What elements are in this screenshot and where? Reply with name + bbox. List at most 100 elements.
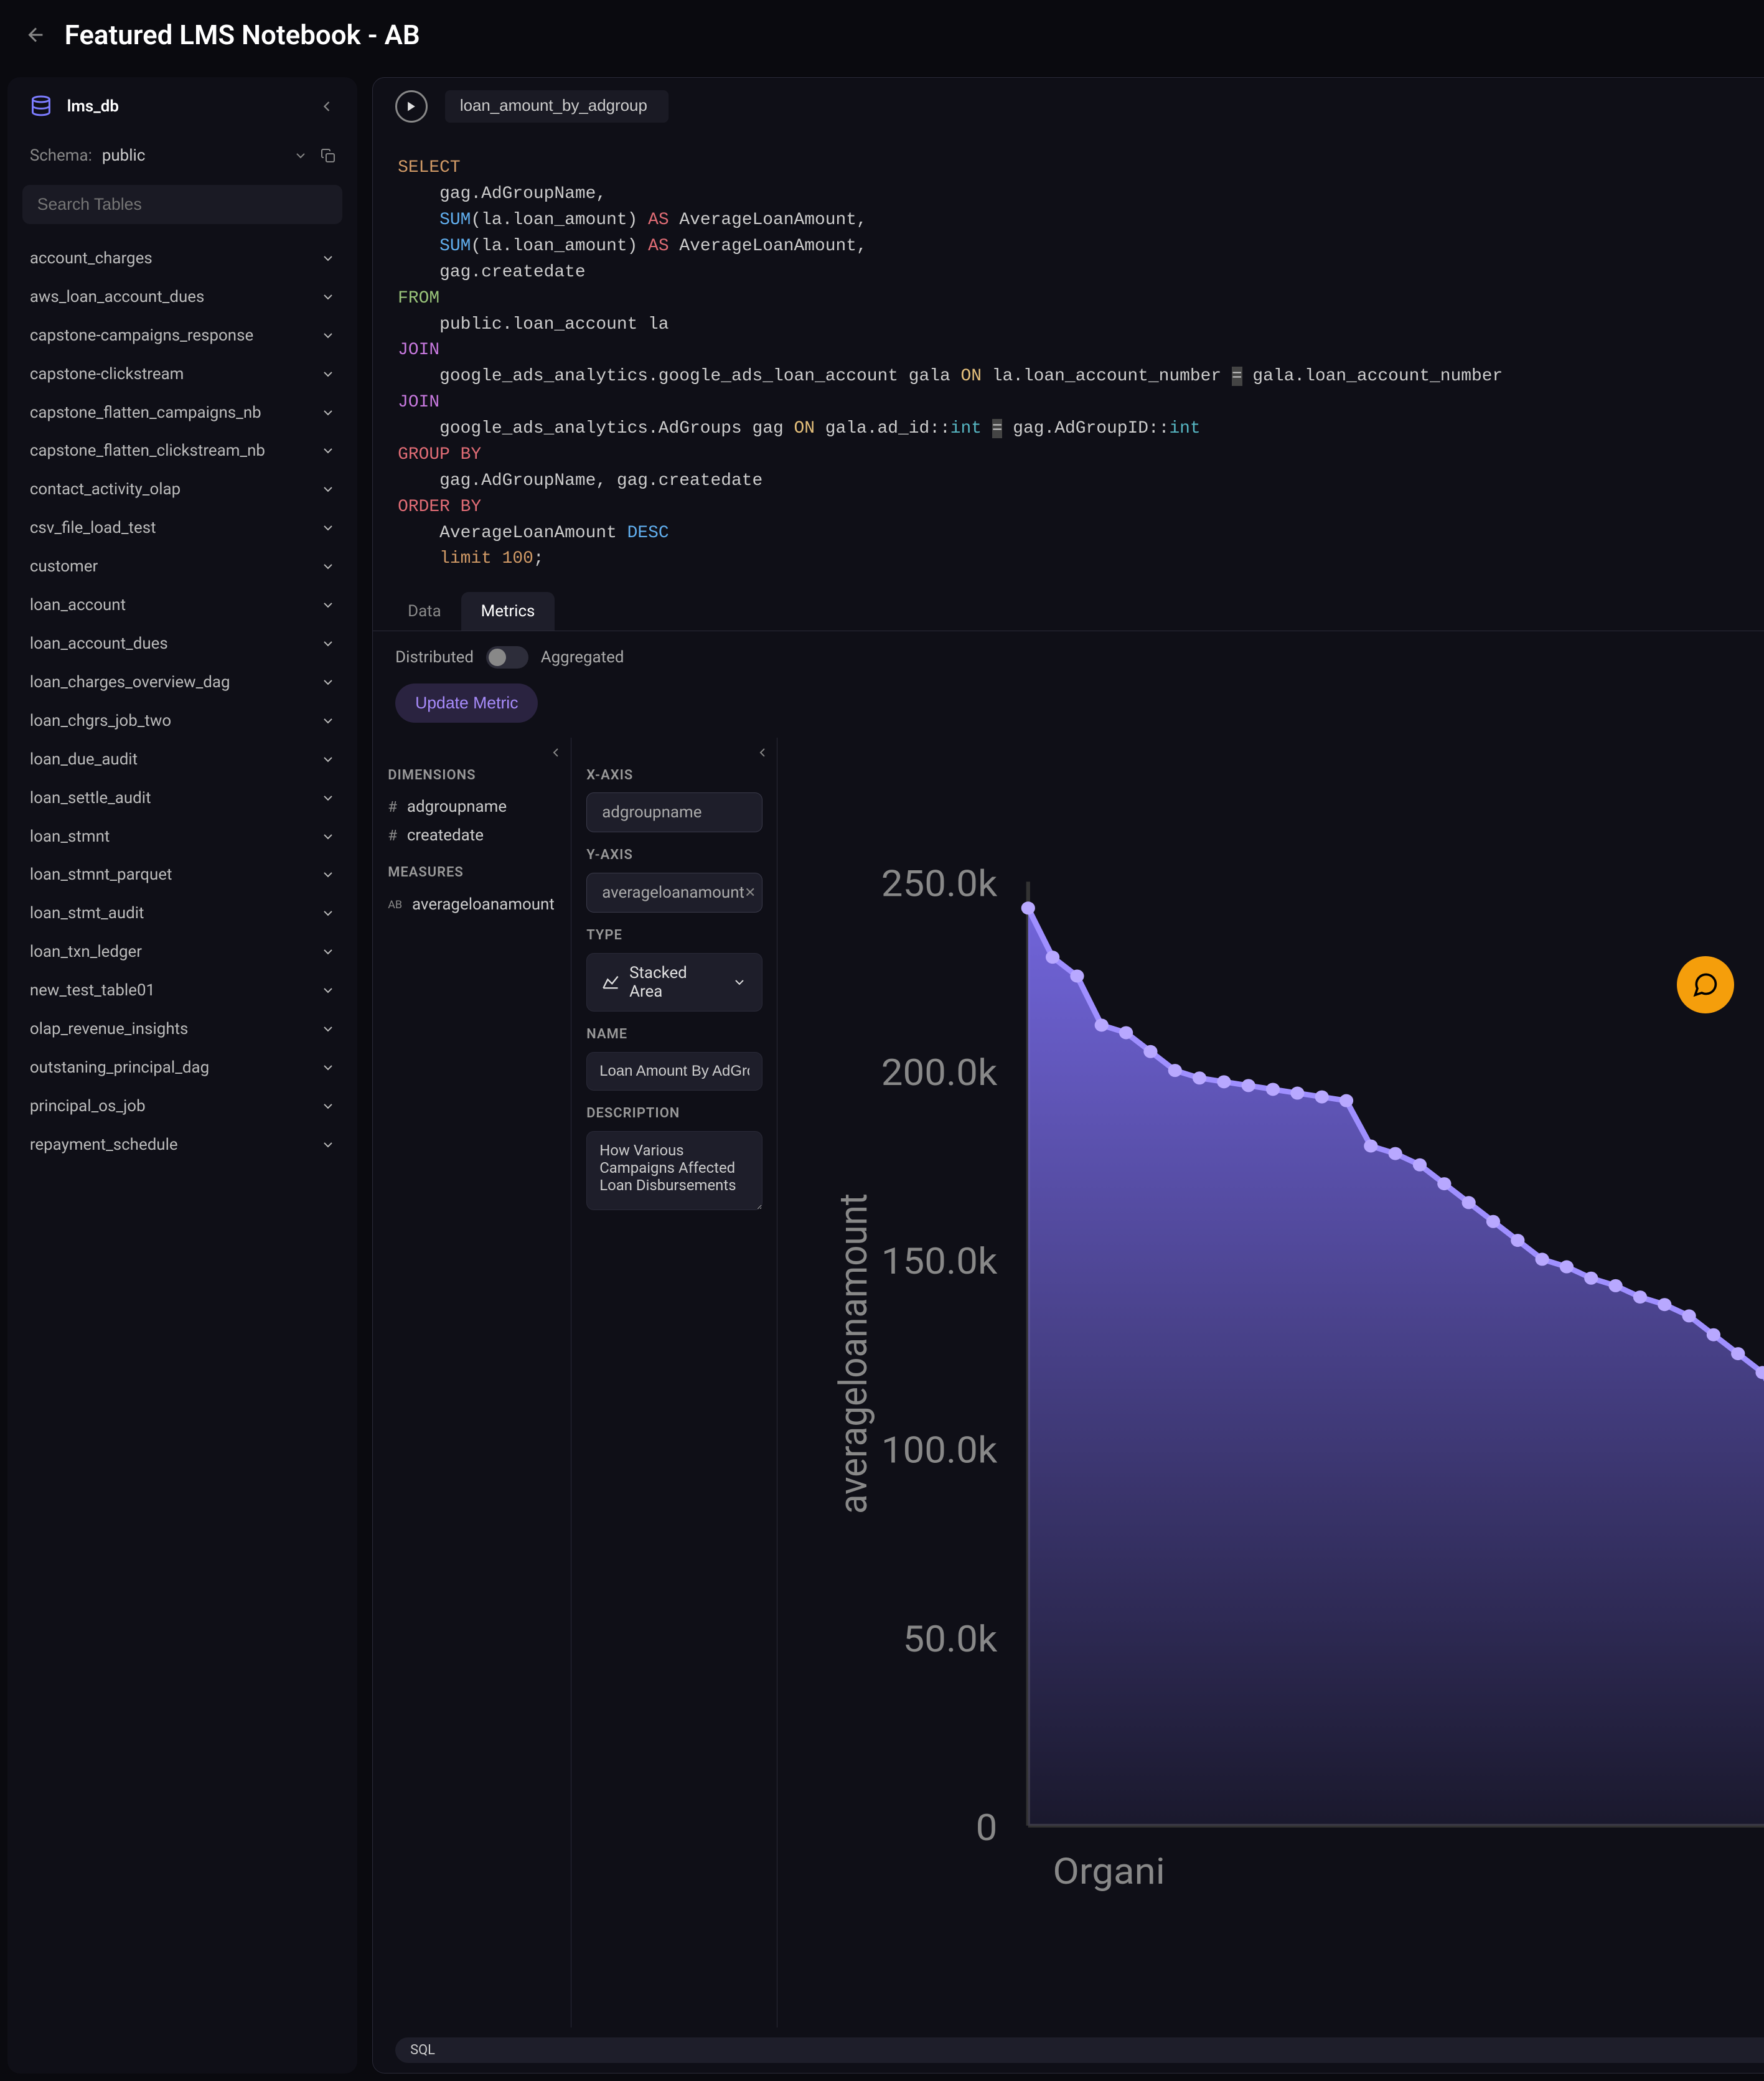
chevron-down-icon [321, 328, 335, 343]
table-list: account_chargesaws_loan_account_duescaps… [7, 234, 357, 2074]
table-item[interactable]: loan_txn_ledger [17, 932, 348, 971]
svg-text:250.0k: 250.0k [881, 863, 998, 906]
toggle-distributed-label: Distributed [395, 648, 474, 667]
collapse-config-icon[interactable] [755, 745, 770, 760]
sidebar: lms_db Schema: public account_chargesaws… [7, 77, 357, 2074]
table-item[interactable]: loan_stmnt_parquet [17, 855, 348, 894]
chart-type-select[interactable]: Stacked Area [586, 953, 762, 1012]
table-item[interactable]: loan_stmt_audit [17, 894, 348, 932]
aggregation-toggle[interactable] [486, 646, 528, 669]
run-cell-button[interactable] [395, 90, 428, 123]
area-chart-icon [602, 974, 619, 991]
result-tab-data[interactable]: Data [388, 592, 461, 631]
dimensions-panel: DIMENSIONS #adgroupname#createdate MEASU… [373, 738, 571, 2027]
chart-name-input[interactable] [586, 1052, 762, 1091]
svg-text:200.0k: 200.0k [881, 1051, 998, 1094]
chevron-down-icon [321, 405, 335, 420]
sql-badge[interactable]: SQL [395, 2037, 1764, 2063]
chart-title: Loan Amount By AdGroup [797, 758, 1764, 784]
chevron-down-icon [321, 983, 335, 998]
svg-text:150.0k: 150.0k [881, 1240, 998, 1283]
chevron-down-icon [321, 289, 335, 304]
table-item[interactable]: capstone_flatten_clickstream_nb [17, 432, 348, 471]
yaxis-field[interactable]: averageloanamount ✕ [586, 873, 762, 913]
chevron-down-icon [321, 906, 335, 921]
xaxis-label: X-AXIS [586, 768, 762, 783]
chevron-down-icon [321, 251, 335, 266]
chevron-down-icon [321, 829, 335, 844]
table-item[interactable]: repayment_schedule [17, 1125, 348, 1164]
chevron-down-icon [321, 1022, 335, 1036]
chevron-down-icon [321, 1137, 335, 1152]
table-item[interactable]: contact_activity_olap [17, 470, 348, 509]
chart-description-input[interactable] [586, 1131, 762, 1211]
chevron-down-icon [321, 520, 335, 535]
chart-panel: Loan Amount By AdGroup How Various Campa… [777, 738, 1764, 2027]
back-icon[interactable] [25, 24, 47, 46]
collapse-dimensions-icon[interactable] [548, 745, 563, 760]
result-tab-metrics[interactable]: Metrics [461, 592, 555, 631]
sql-editor[interactable]: SELECT gag.AdGroupName, SUM(la.loan_amou… [373, 135, 1764, 592]
copy-icon[interactable] [321, 148, 335, 163]
svg-text:averageloanamount: averageloanamount [831, 1193, 876, 1514]
chevron-down-icon [321, 675, 335, 690]
chevron-down-icon [321, 1099, 335, 1114]
xaxis-field[interactable]: adgroupname [586, 792, 762, 832]
chevron-down-icon [732, 975, 747, 990]
table-item[interactable]: outstaning_principal_dag [17, 1048, 348, 1087]
chevron-down-icon [321, 598, 335, 613]
table-item[interactable]: capstone_flatten_campaigns_nb [17, 393, 348, 432]
chart-subtitle: How Various Campaigns Affected Loan Disb… [797, 789, 1764, 806]
table-item[interactable]: loan_settle_audit [17, 779, 348, 817]
dimension-field[interactable]: #adgroupname [388, 792, 556, 821]
search-tables-input[interactable] [22, 185, 343, 224]
type-label: TYPE [586, 928, 762, 943]
table-item[interactable]: account_charges [17, 239, 348, 278]
config-panel: X-AXIS adgroupname Y-AXIS averageloanamo… [571, 738, 777, 2027]
svg-text:0: 0 [976, 1806, 998, 1849]
table-item[interactable]: loan_account_dues [17, 624, 348, 663]
table-item[interactable]: principal_os_job [17, 1087, 348, 1125]
table-item[interactable]: loan_account [17, 586, 348, 624]
table-item[interactable]: customer [17, 547, 348, 586]
chart-legend: averageloanamount [797, 815, 1764, 833]
collapse-sidebar-icon[interactable] [318, 98, 335, 115]
description-label: DESCRIPTION [586, 1106, 762, 1121]
dimension-field[interactable]: #createdate [388, 821, 556, 850]
remove-yaxis-icon[interactable]: ✕ [744, 885, 756, 901]
chevron-down-icon [321, 713, 335, 728]
svg-text:100.0k: 100.0k [881, 1429, 998, 1472]
table-item[interactable]: capstone-clickstream [17, 355, 348, 393]
schema-value[interactable]: public [102, 146, 146, 165]
chevron-down-icon [321, 1060, 335, 1075]
chevron-down-icon [321, 367, 335, 382]
table-item[interactable]: csv_file_load_test [17, 509, 348, 547]
chevron-down-icon [321, 559, 335, 574]
table-item[interactable]: loan_chgrs_job_two [17, 702, 348, 740]
table-item[interactable]: loan_charges_overview_dag [17, 663, 348, 702]
chevron-down-icon [321, 867, 335, 882]
table-item[interactable]: aws_loan_account_dues [17, 278, 348, 316]
table-item[interactable]: loan_due_audit [17, 740, 348, 779]
chevron-down-icon[interactable] [293, 148, 308, 163]
update-metric-button[interactable]: Update Metric [395, 683, 538, 723]
table-item[interactable]: loan_stmnt [17, 817, 348, 856]
database-name: lms_db [67, 97, 119, 116]
cell-name-input[interactable] [445, 90, 669, 123]
page-title: Featured LMS Notebook - AB [65, 19, 420, 51]
dimensions-label: DIMENSIONS [388, 768, 556, 783]
chat-fab-button[interactable] [1677, 956, 1734, 1013]
table-item[interactable]: capstone-campaigns_response [17, 316, 348, 355]
table-item[interactable]: olap_revenue_insights [17, 1010, 348, 1048]
svg-text:50.0k: 50.0k [903, 1618, 998, 1661]
measure-field[interactable]: ABaverageloanamount [388, 890, 556, 919]
result-tabs: DataMetrics [373, 592, 1764, 631]
database-icon [30, 95, 55, 120]
table-item[interactable]: new_test_table01 [17, 971, 348, 1010]
chevron-down-icon [321, 944, 335, 959]
svg-text:Organi: Organi [1053, 1850, 1165, 1893]
content-area: SELECT gag.AdGroupName, SUM(la.loan_amou… [372, 77, 1764, 2074]
toggle-aggregated-label: Aggregated [541, 648, 624, 667]
chevron-down-icon [321, 482, 335, 497]
schema-label: Schema: [30, 146, 92, 165]
